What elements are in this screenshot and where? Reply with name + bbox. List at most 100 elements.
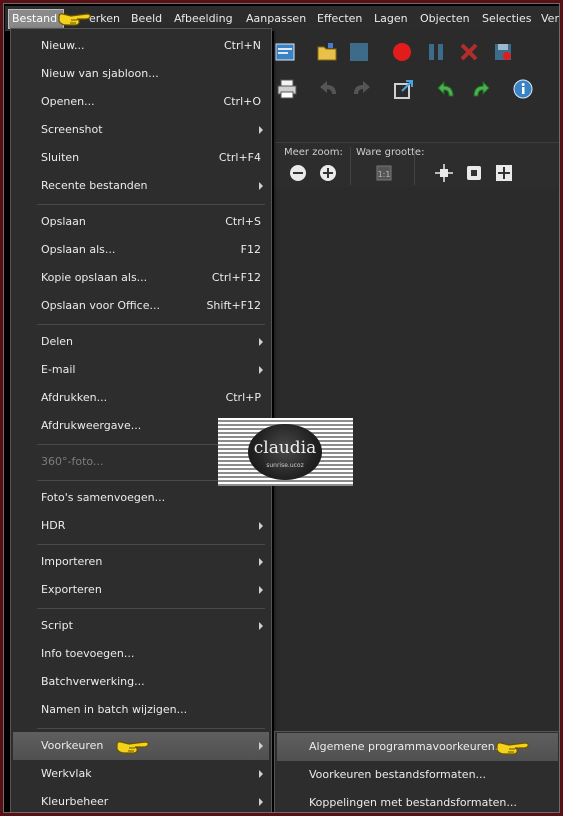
menu-item-kopie-opslaan-als[interactable]: Kopie opslaan als... Ctrl+F12 — [13, 264, 269, 292]
close-icon[interactable] — [458, 41, 480, 63]
menu-item-werkvlak[interactable]: Werkvlak — [13, 760, 269, 788]
menu-item-label: Opslaan als... — [41, 243, 116, 256]
menu-item-label: 360°-foto... — [41, 455, 104, 468]
menu-item-shortcut: Shift+F12 — [206, 299, 261, 312]
menu-item-screenshot[interactable]: Screenshot — [13, 116, 269, 144]
folder-open-icon[interactable] — [316, 41, 338, 63]
zoom-in-icon[interactable] — [318, 163, 338, 183]
menu-item-shortcut: F12 — [240, 243, 261, 256]
menu-objecten[interactable]: Objecten — [420, 10, 470, 28]
menu-item-hdr[interactable]: HDR — [13, 512, 269, 540]
submenu-item-label: Koppelingen met bestandsformaten... — [309, 796, 517, 809]
toolbar-row-2 — [274, 70, 559, 110]
menu-venster[interactable]: Ven — [541, 10, 559, 28]
chevron-right-icon — [259, 126, 263, 134]
menu-item-shortcut: Ctrl+O — [223, 95, 261, 108]
submenu-item-algemene-programmavoorkeuren[interactable]: Algemene programmavoorkeuren... — [277, 733, 558, 761]
layer-icon[interactable] — [348, 41, 370, 63]
menu-item-opslaan-voor-office[interactable]: Opslaan voor Office... Shift+F12 — [13, 292, 269, 320]
record-icon[interactable] — [391, 41, 413, 63]
menu-item-shortcut: Ctrl+P — [225, 391, 261, 404]
menu-item-label: Kopie opslaan als... — [41, 271, 148, 284]
zoom-out-icon[interactable] — [288, 163, 308, 183]
menu-item-importeren[interactable]: Importeren — [13, 548, 269, 576]
actual-size-icon[interactable]: 1:1 — [374, 163, 394, 183]
full-screen-icon[interactable] — [494, 163, 514, 183]
menu-item-delen[interactable]: Delen — [13, 328, 269, 356]
submenu-item-koppelingen-bestandsformaten[interactable]: Koppelingen met bestandsformaten... — [277, 789, 558, 812]
menu-item-label: Sluiten — [41, 151, 80, 164]
menu-item-label: Namen in batch wijzigen... — [41, 703, 188, 716]
menu-item-e-mail[interactable]: E-mail — [13, 356, 269, 384]
menu-item-recente-bestanden[interactable]: Recente bestanden — [13, 172, 269, 200]
menu-item-sluiten[interactable]: Sluiten Ctrl+F4 — [13, 144, 269, 172]
menu-item-exporteren[interactable]: Exporteren — [13, 576, 269, 604]
chevron-right-icon — [259, 366, 263, 374]
menu-item-nieuw-van-sjabloon[interactable]: Nieuw van sjabloon... — [13, 60, 269, 88]
menu-item-label: Kleurbeheer — [41, 795, 109, 808]
fit-window-icon[interactable] — [434, 163, 454, 183]
submenu-item-label: Voorkeuren bestandsformaten... — [309, 768, 487, 781]
menu-item-label: Opslaan — [41, 215, 86, 228]
menu-item-label: Voorkeuren — [41, 739, 104, 752]
printer-icon[interactable] — [276, 78, 298, 100]
menu-item-fotos-samenvoegen[interactable]: Foto's samenvoegen... — [13, 484, 269, 512]
watermark-text: claudia — [253, 438, 317, 458]
chevron-right-icon — [259, 622, 263, 630]
menu-afbeelding[interactable]: Afbeelding — [174, 10, 233, 28]
toolbar-divider — [350, 147, 351, 185]
menu-item-openen[interactable]: Openen... Ctrl+O — [13, 88, 269, 116]
menu-item-opslaan-als[interactable]: Opslaan als... F12 — [13, 236, 269, 264]
rotate-left-icon[interactable] — [436, 78, 458, 100]
menu-item-label: Foto's samenvoegen... — [41, 491, 166, 504]
chevron-right-icon — [259, 338, 263, 346]
chevron-right-icon — [259, 182, 263, 190]
menu-item-voorkeuren[interactable]: Voorkeuren — [13, 732, 269, 760]
svg-text:1:1: 1:1 — [378, 170, 391, 179]
redo-icon[interactable] — [350, 78, 372, 100]
menu-item-label: Info toevoegen... — [41, 647, 135, 660]
menu-item-label: Werkvlak — [41, 767, 92, 780]
menu-item-label: Importeren — [41, 555, 103, 568]
zoom-more-label: Meer zoom: — [284, 147, 343, 158]
menu-separator — [37, 608, 265, 609]
menu-lagen[interactable]: Lagen — [374, 10, 408, 28]
menu-beeld[interactable]: Beeld — [131, 10, 162, 28]
menu-item-afdrukken[interactable]: Afdrukken... Ctrl+P — [13, 384, 269, 412]
chevron-right-icon — [259, 770, 263, 778]
pause-icon[interactable] — [425, 41, 447, 63]
menu-item-kleurbeheer[interactable]: Kleurbeheer — [13, 788, 269, 812]
fit-image-icon[interactable] — [464, 163, 484, 183]
menu-item-batchverwerking[interactable]: Batchverwerking... — [13, 668, 269, 696]
menu-item-script[interactable]: Script — [13, 612, 269, 640]
open-image-icon[interactable] — [274, 41, 296, 63]
menu-item-label: Batchverwerking... — [41, 675, 145, 688]
resize-icon[interactable] — [393, 78, 415, 100]
menu-item-label: Delen — [41, 335, 74, 348]
menu-item-label: Openen... — [41, 95, 95, 108]
menu-bewerken[interactable]: erken — [89, 10, 120, 28]
menu-item-label: Nieuw... — [41, 39, 85, 52]
menu-item-label: HDR — [41, 519, 66, 532]
menu-item-info-toevoegen[interactable]: Info toevoegen... — [13, 640, 269, 668]
info-icon[interactable] — [512, 78, 534, 100]
menu-selecties[interactable]: Selecties — [482, 10, 532, 28]
menu-separator — [37, 204, 265, 205]
menu-item-label: Recente bestanden — [41, 179, 148, 192]
undo-icon[interactable] — [318, 78, 340, 100]
menu-separator — [37, 544, 265, 545]
menu-aanpassen[interactable]: Aanpassen — [246, 10, 306, 28]
save-record-icon[interactable] — [492, 41, 514, 63]
menu-item-namen-in-batch-wijzigen[interactable]: Namen in batch wijzigen... — [13, 696, 269, 724]
menu-item-label: Afdrukken... — [41, 391, 108, 404]
menu-item-shortcut: Ctrl+F12 — [211, 271, 261, 284]
menu-item-opslaan[interactable]: Opslaan Ctrl+S — [13, 208, 269, 236]
zoom-toolbar: Meer zoom: Ware grootte: 1:1 — [274, 142, 559, 190]
menu-item-nieuw[interactable]: Nieuw... Ctrl+N — [13, 32, 269, 60]
rotate-right-icon[interactable] — [469, 78, 491, 100]
preferences-submenu: Algemene programmavoorkeuren... Voorkeur… — [274, 731, 559, 812]
menu-bestand[interactable]: Bestand — [8, 9, 65, 29]
menu-item-label: Opslaan voor Office... — [41, 299, 160, 312]
submenu-item-voorkeuren-bestandsformaten[interactable]: Voorkeuren bestandsformaten... — [277, 761, 558, 789]
menu-effecten[interactable]: Effecten — [317, 10, 362, 28]
